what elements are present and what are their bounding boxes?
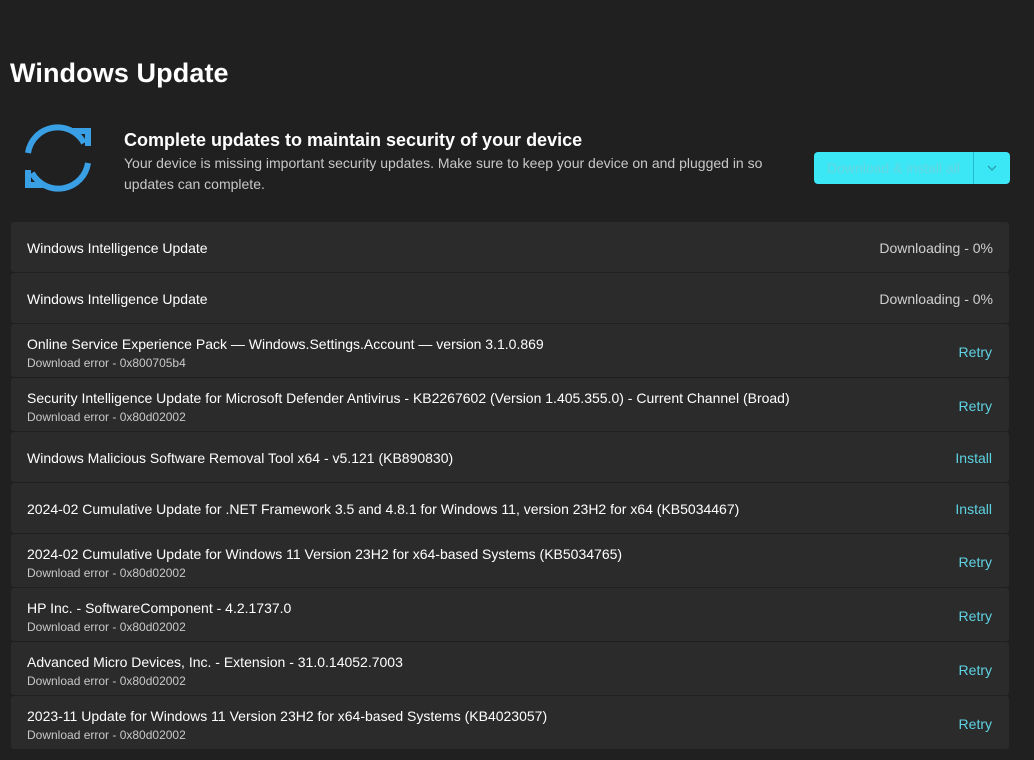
install-button[interactable]: Install: [955, 450, 992, 466]
update-title: Windows Intelligence Update: [27, 291, 208, 307]
retry-button[interactable]: Retry: [959, 554, 992, 570]
chevron-down-icon: [987, 165, 997, 171]
retry-button[interactable]: Retry: [959, 662, 992, 678]
update-row-dotnet: 2024-02 Cumulative Update for .NET Frame…: [11, 483, 1009, 533]
update-title: 2024-02 Cumulative Update for .NET Frame…: [27, 501, 740, 517]
banner-description: Your device is missing important securit…: [124, 155, 763, 192]
update-row-defender: Security Intelligence Update for Microso…: [11, 378, 1009, 431]
update-title: Windows Intelligence Update: [27, 240, 208, 256]
update-title: Online Service Experience Pack — Windows…: [27, 336, 544, 352]
update-error: Download error - 0x80d02002: [27, 566, 186, 580]
download-install-all-split-button[interactable]: Download & install all: [814, 152, 1010, 184]
install-button[interactable]: Install: [955, 501, 992, 517]
update-title: Security Intelligence Update for Microso…: [27, 390, 790, 406]
update-row-intelligence-1: Windows Intelligence Update Downloading …: [11, 222, 1009, 272]
retry-button[interactable]: Retry: [959, 398, 992, 414]
download-install-all-button[interactable]: Download & install all: [814, 152, 973, 184]
update-row-intelligence-2: Windows Intelligence Update Downloading …: [11, 273, 1009, 323]
update-row-experience-pack: Online Service Experience Pack — Windows…: [11, 324, 1009, 377]
banner-heading: Complete updates to maintain security of…: [124, 130, 583, 150]
update-title: Advanced Micro Devices, Inc. - Extension…: [27, 654, 403, 670]
retry-button[interactable]: Retry: [959, 716, 992, 732]
update-status: Downloading - 0%: [879, 240, 993, 256]
retry-button[interactable]: Retry: [959, 608, 992, 624]
update-error: Download error - 0x80d02002: [27, 620, 186, 634]
sync-icon: [18, 120, 98, 196]
retry-button[interactable]: Retry: [959, 344, 992, 360]
update-row-amd: Advanced Micro Devices, Inc. - Extension…: [11, 642, 1009, 695]
update-title: 2024-02 Cumulative Update for Windows 11…: [27, 546, 623, 562]
update-row-hp: HP Inc. - SoftwareComponent - 4.2.1737.0…: [11, 588, 1009, 641]
update-error: Download error - 0x800705b4: [27, 356, 186, 370]
update-error: Download error - 0x80d02002: [27, 674, 186, 688]
update-error: Download error - 0x80d02002: [27, 410, 186, 424]
update-row-cumulative: 2024-02 Cumulative Update for Windows 11…: [11, 534, 1009, 587]
download-options-dropdown[interactable]: [974, 152, 1010, 184]
update-title: Windows Malicious Software Removal Tool …: [27, 450, 454, 466]
page-title: Windows Update: [10, 58, 229, 88]
update-row-msrt: Windows Malicious Software Removal Tool …: [11, 432, 1009, 482]
update-row-kb4023057: 2023-11 Update for Windows 11 Version 23…: [11, 696, 1009, 749]
update-title: HP Inc. - SoftwareComponent - 4.2.1737.0: [27, 600, 292, 616]
update-error: Download error - 0x80d02002: [27, 728, 186, 742]
update-title: 2023-11 Update for Windows 11 Version 23…: [27, 708, 548, 724]
updates-list: Windows Intelligence Update Downloading …: [11, 222, 1009, 749]
update-status: Downloading - 0%: [879, 291, 993, 307]
